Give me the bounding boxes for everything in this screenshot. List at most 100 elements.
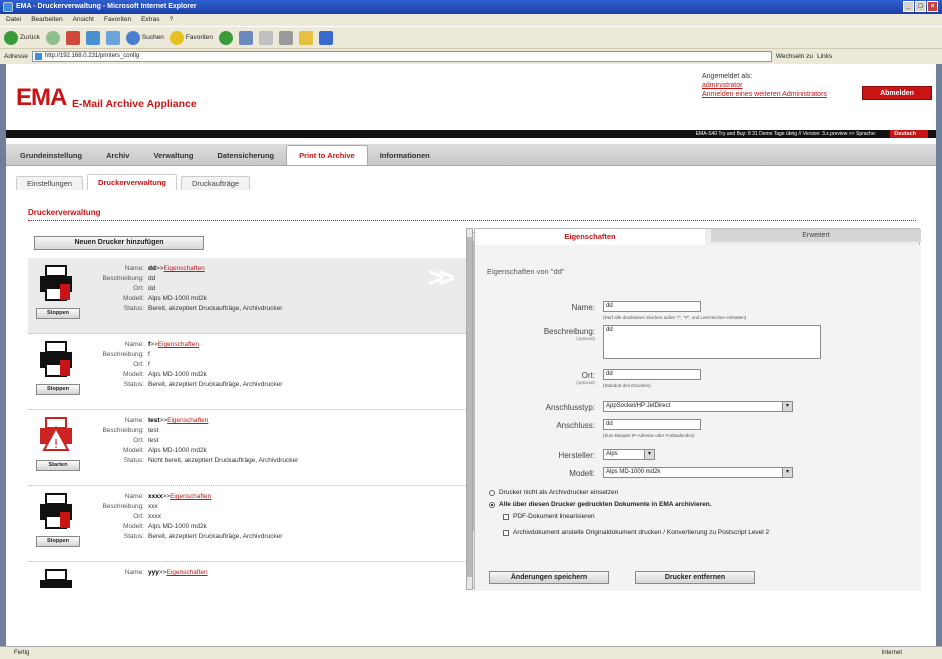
add-printer-button[interactable]: Neuen Drucker hinzufügen [34,236,204,250]
subtab-einstellungen[interactable]: Einstellungen [16,176,84,190]
printer-icon [38,568,74,588]
printer-status-row: Status: Bereit, akzeptiert Druckaufträge,… [88,304,283,314]
printer-details: Name: xxxx >> Eigenschaften Beschreibung: x… [88,492,282,542]
printer-name-row: Name: test >> Eigenschaften [88,416,298,426]
stop-printer-button[interactable]: Stoppen [36,308,80,319]
printer-properties-link[interactable]: Eigenschaften [164,264,205,274]
section-divider [28,220,916,221]
save-changes-button[interactable]: Änderungen speichern [489,571,609,584]
option-print-archive-doc[interactable]: Archivdokument anstelle Originaldokument… [503,529,783,536]
security-zone: Internet [881,650,902,656]
printer-status-label: Status: [123,533,144,540]
links-button[interactable]: Links [817,53,832,60]
tab-grundeinstellung[interactable]: Grundeinstellung [8,147,94,165]
checkbox-print-archive-doc[interactable] [503,530,509,536]
history-icon[interactable] [239,30,254,45]
radio-archive[interactable] [489,502,495,508]
tab-informationen[interactable]: Informationen [368,147,442,165]
search-button[interactable]: Suchen [125,30,164,45]
menu-favorites[interactable]: Favoriten [104,16,131,24]
menu-tools[interactable]: Extras [141,16,159,24]
printer-name-row: Name: f >> Eigenschaften [88,340,282,350]
tab-advanced[interactable]: Erweitert [711,229,921,242]
forward-arrow-icon[interactable] [45,30,60,45]
name-input[interactable]: dd [603,301,701,312]
section-title: Druckerverwaltung [28,208,101,217]
printer-entry[interactable]: Name: yyy >> Eigenschaften [28,562,466,588]
checkbox-pdf-linearize[interactable] [503,514,509,520]
stop-printer-button[interactable]: Stoppen [36,536,80,547]
folder-icon[interactable] [299,30,314,45]
web-page: EMA E-Mail Archive Appliance Angemeldet … [6,64,936,646]
subtab-druckauftraege[interactable]: Druckaufträge [181,176,251,190]
connection-hint: (Zum Beispiel IP-Adresse oder Fortlaufen… [603,433,695,438]
menu-edit[interactable]: Bearbeiten [31,16,62,24]
printer-model-value: Alps MD-1000 md2k [148,447,207,454]
name-label: Name: [571,303,595,312]
printer-error-icon: ! [38,416,74,454]
start-printer-button[interactable]: Starten [36,460,80,471]
option-archive[interactable]: Alle über diesen Drucker gedruckten Doku… [489,501,712,508]
manufacturer-select[interactable]: Alps [603,449,655,460]
printer-properties-link[interactable]: Eigenschaften [158,340,199,350]
remove-printer-button[interactable]: Drucker entfernen [635,571,755,584]
printer-status-row: Status: Nicht bereit, akzeptiert Druckauf… [88,456,299,466]
printer-entry[interactable]: Stoppen Name: f >> Eigenschaften Beschreibu… [28,334,466,410]
printer-location-label: Ort: [133,285,144,292]
tab-archiv[interactable]: Archiv [94,147,141,165]
tab-verwaltung[interactable]: Verwaltung [141,147,205,165]
connection-input[interactable]: dd [603,419,701,430]
printer-name-value: test [148,417,160,424]
properties-form: Eigenschaften von "dd" Name: dd (Darf al… [475,245,921,591]
printer-name-value: dd [148,265,156,272]
stop-printer-button[interactable]: Stoppen [36,384,80,395]
address-input[interactable]: http://192.168.0.231/printers_config [31,51,772,62]
printer-entry[interactable]: Stoppen Name: dd >> Eigenschaften Beschreib… [28,258,466,334]
printer-entry[interactable]: Stoppen Name: xxxx >> Eigenschaften Beschre… [28,486,466,562]
panel-scrollbar[interactable] [466,228,473,590]
printer-status-value: Bereit, akzeptiert Druckaufträge, Archiv… [148,305,283,312]
printer-location-row: Ort: xxxx [88,512,282,522]
printer-entry[interactable]: ! Starten Name: test >> Eigenschaften Beschr… [28,410,466,486]
menu-help[interactable]: ? [170,16,174,24]
printer-name-label: Name: [124,265,144,272]
login-other-admin-link[interactable]: Anmelden eines weiteren Administrators [702,90,827,99]
panel-scroll-thumb[interactable] [467,237,472,577]
tab-datensicherung[interactable]: Datensicherung [205,147,286,165]
back-button[interactable]: Zurück [4,30,40,45]
stop-icon[interactable] [65,30,80,45]
media-icon[interactable] [219,30,234,45]
home-icon[interactable] [105,30,120,45]
mail-icon[interactable] [259,30,274,45]
tab-print-to-archive[interactable]: Print to Archive [286,145,368,165]
option-no-archive[interactable]: Drucker nicht als Archivdrucker einsetze… [489,489,618,496]
printer-model-label: Modell: [123,371,144,378]
location-input[interactable]: dd [603,369,701,380]
printer-icon [38,264,74,302]
login-user-link[interactable]: administrator [702,81,827,90]
radio-no-archive[interactable] [489,490,495,496]
printer-properties-link[interactable]: Eigenschaften [167,416,208,426]
print-icon[interactable] [279,30,294,45]
link-separator: >> [150,341,158,348]
option-pdf-linearize[interactable]: PDF-Dokument linearisieren [503,513,595,520]
close-button[interactable]: × [927,1,938,12]
favorites-button[interactable]: Favoriten [169,30,213,45]
messenger-icon[interactable] [319,30,334,45]
printer-properties-link[interactable]: Eigenschaften [170,492,211,502]
connection-type-select[interactable]: AppSocket/HP JetDirect [603,401,793,412]
logout-button[interactable]: Abmelden [862,86,932,100]
printer-properties-link[interactable]: Eigenschaften [166,568,207,578]
minimize-button[interactable]: _ [903,1,914,12]
menu-file[interactable]: Datei [6,16,21,24]
language-select[interactable]: Deutsch [890,130,928,138]
menu-view[interactable]: Ansicht [73,16,94,24]
browser-statusbar: Fertig Internet [0,646,942,659]
tab-properties[interactable]: Eigenschaften [475,229,705,245]
description-textarea[interactable]: dd [603,325,821,359]
refresh-icon[interactable] [85,30,100,45]
go-button[interactable]: Wechseln zu [776,53,813,60]
maximize-button[interactable]: □ [915,1,926,12]
subtab-druckerverwaltung[interactable]: Druckerverwaltung [87,174,177,190]
model-select[interactable]: Alps MD-1000 md2k [603,467,793,478]
